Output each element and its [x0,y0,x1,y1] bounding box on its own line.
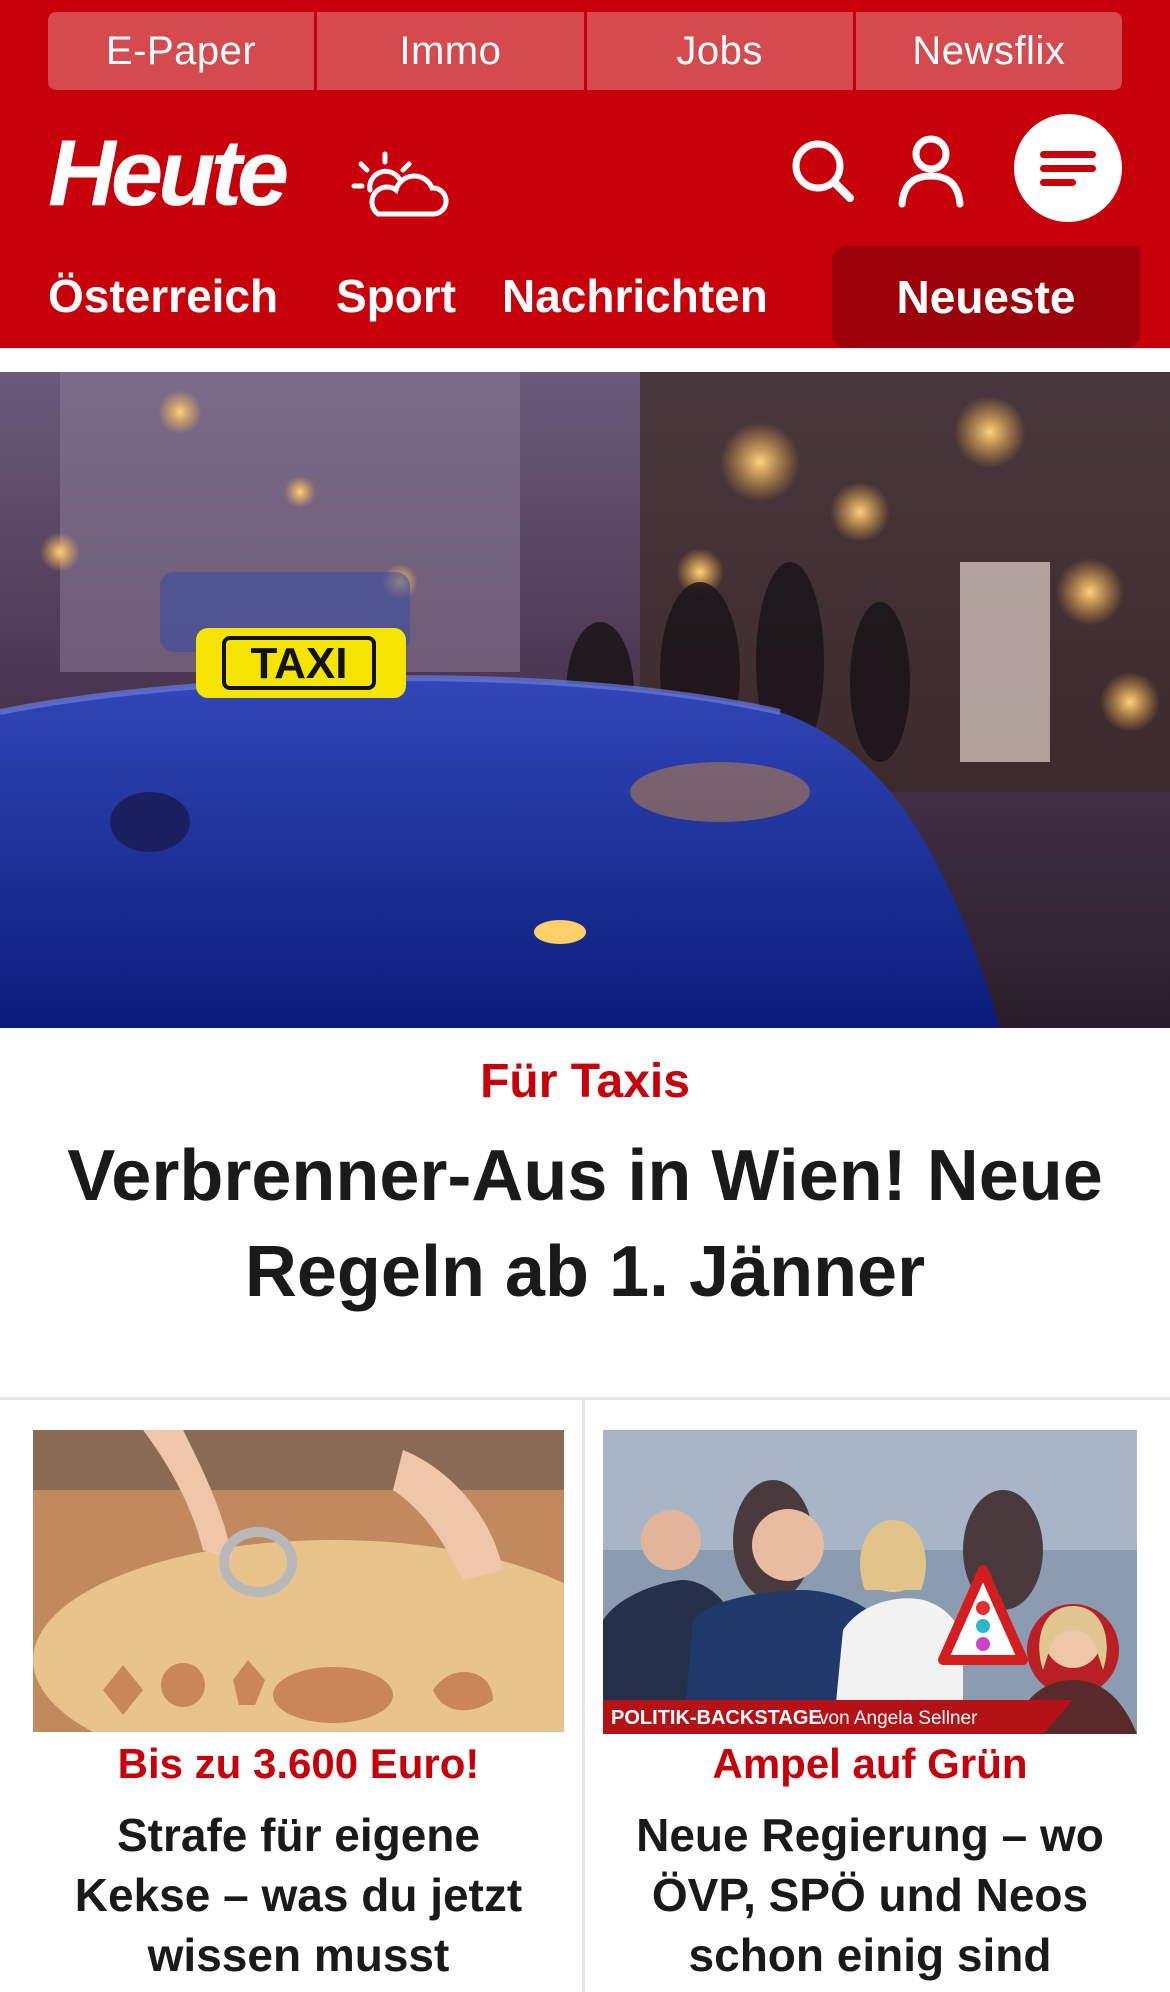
site-header: E-Paper Immo Jobs Newsflix Heute Österre… [0,0,1170,348]
card-headline-cookies[interactable]: Strafe für eigene Kekse – was du jetzt w… [50,1805,547,1985]
immo-link[interactable]: Immo [314,12,584,90]
nav-item-oesterreich[interactable]: Österreich [48,266,278,326]
nav-item-neueste[interactable]: Neueste [832,246,1140,348]
brand-row: Heute [48,114,1122,230]
newsflix-link[interactable]: Newsflix [852,12,1122,90]
hero-article-image[interactable]: TAXI [0,372,1170,1028]
card-headline-government[interactable]: Neue Regierung – wo ÖVP, SPÖ und Neos sc… [616,1805,1124,1985]
jobs-link[interactable]: Jobs [583,12,853,90]
author-credit: von Angela Sellner [819,1708,978,1729]
main-navigation: Österreich Sport Nachrichten Neueste [0,246,1170,348]
card-image-government[interactable]: POLITIK-BACKSTAGE von Angela Sellner [603,1430,1137,1734]
politik-backstage-label: POLITIK-BACKSTAGE [611,1707,822,1729]
hero-headline[interactable]: Verbrenner-Aus in Wien! Neue Regeln ab 1… [40,1128,1130,1320]
card-image-cookies[interactable] [33,1430,564,1732]
epaper-link[interactable]: E-Paper [48,12,315,90]
hero-kicker[interactable]: Für Taxis [0,1054,1170,1109]
user-icon[interactable] [896,134,966,208]
nav-item-sport[interactable]: Sport [336,266,456,326]
taxi-sign-text: TAXI [251,639,348,688]
section-divider [0,1397,1170,1400]
heute-logo[interactable]: Heute [48,126,289,220]
service-links-bar: E-Paper Immo Jobs Newsflix [48,12,1122,90]
partly-cloudy-icon[interactable] [348,150,458,220]
nav-item-nachrichten[interactable]: Nachrichten [502,266,768,326]
column-divider [582,1400,585,1992]
card-kicker-cookies[interactable]: Bis zu 3.600 Euro! [33,1740,564,1788]
hamburger-menu-icon [1040,151,1096,186]
card-kicker-government[interactable]: Ampel auf Grün [603,1740,1137,1788]
search-icon[interactable] [788,136,858,206]
menu-button[interactable] [1014,114,1122,222]
